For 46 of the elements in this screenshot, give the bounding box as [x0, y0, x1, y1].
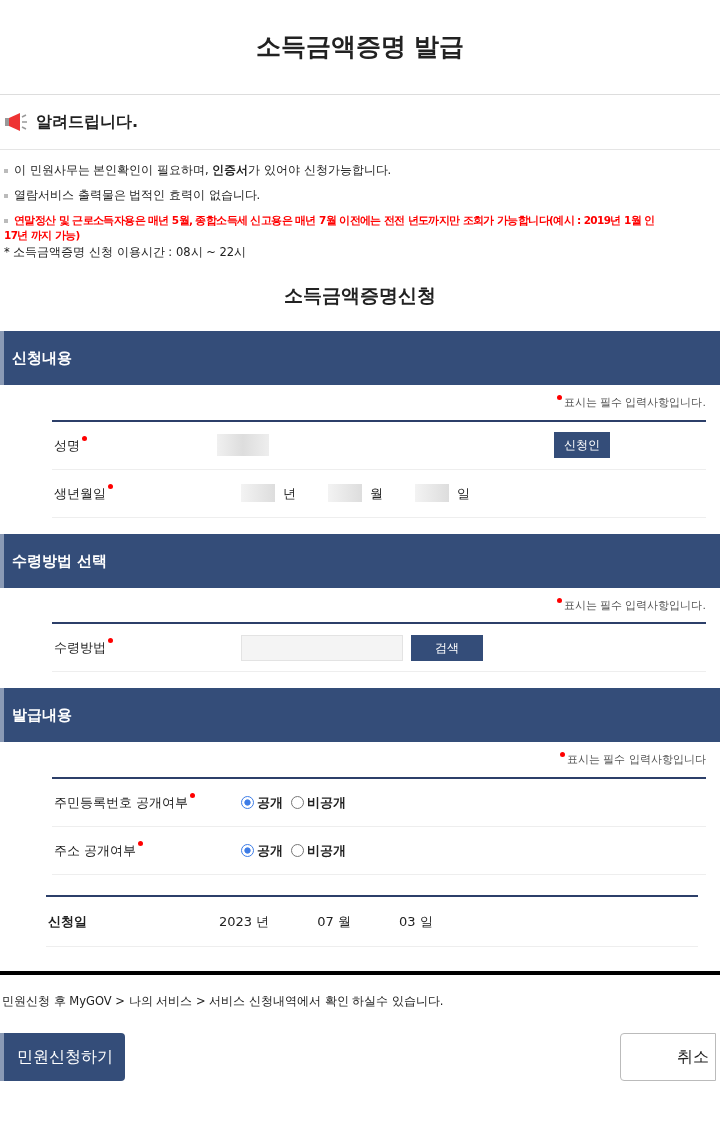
notice-text: 연말정산 및 근로소득자용은 매년 5월, 종합소득세 신고용은 매년 7월 이전에는 전전 년도까지만 조회가 가능합니다(예시 : 2019년 1월 인	[14, 213, 655, 226]
date-unit: 일	[457, 484, 470, 503]
section-header: 수령방법 선택	[0, 533, 720, 588]
footer-note: 민원신청 후 MyGOV > 나의 서비스 > 서비스 신청내역에서 확인 하실수 있습니다.	[2, 993, 444, 1008]
radio-label: 공개	[257, 793, 283, 812]
submit-button[interactable]: 민원신청하기	[0, 1032, 125, 1081]
required-note: 표시는 필수 입력사항입니다.	[563, 396, 706, 410]
notice-text: 이 민원사무는 본인확인이 필요하며, 인증서가 있어야 신청가능합니다.	[14, 163, 392, 177]
date-unit: 년	[283, 484, 296, 503]
radio-label: 비공개	[307, 841, 346, 860]
section-header: 신청내용	[0, 331, 720, 386]
notice-heading: 알려드립니다.	[36, 111, 139, 133]
radio-label: 비공개	[307, 793, 346, 812]
field-label: 생년월일	[54, 485, 106, 501]
required-note: 표시는 필수 입력사항입니다.	[563, 598, 706, 612]
notice-text: 열람서비스 출력물은 법적인 효력이 없습니다.	[14, 188, 261, 203]
cancel-button[interactable]: 취소	[620, 1032, 716, 1081]
date-value: 07 월	[317, 912, 351, 931]
redacted-value	[217, 434, 269, 457]
required-dot	[556, 395, 562, 401]
notice-text: 17년 까지 가능)	[4, 229, 80, 242]
redacted-value	[328, 484, 362, 503]
megaphone-icon	[4, 111, 28, 133]
field-label: 주소 공개여부	[54, 842, 137, 858]
required-dot	[556, 597, 562, 603]
radio-label: 공개	[257, 841, 283, 860]
radio-button[interactable]	[241, 795, 254, 809]
required-note: 표시는 필수 입력사항입니다	[567, 753, 706, 767]
input-field[interactable]	[241, 634, 403, 661]
page-title: 소득금액증명 발급	[255, 31, 465, 64]
field-label: 수령방법	[54, 640, 106, 655]
date-unit: 월	[370, 484, 383, 503]
date-value: 03 일	[398, 912, 433, 931]
section-header: 발급내용	[0, 688, 720, 743]
search-button[interactable]: 검색	[411, 634, 483, 661]
field-label: 신청일	[47, 912, 88, 931]
notice-text: * 소득금액증명 신청 이용시간 : 08시 ~ 22시	[4, 245, 247, 259]
redacted-value	[241, 484, 275, 503]
date-value: 2023 년	[219, 912, 270, 931]
applicant-button[interactable]: 신청인	[554, 432, 610, 459]
field-label: 성명	[54, 437, 80, 453]
required-dot	[560, 752, 565, 758]
form-title: 소득금액증명신청	[284, 284, 436, 307]
redacted-value	[415, 484, 449, 503]
field-label: 주민등록번호 공개여부	[54, 794, 189, 810]
radio-button[interactable]	[241, 843, 254, 857]
